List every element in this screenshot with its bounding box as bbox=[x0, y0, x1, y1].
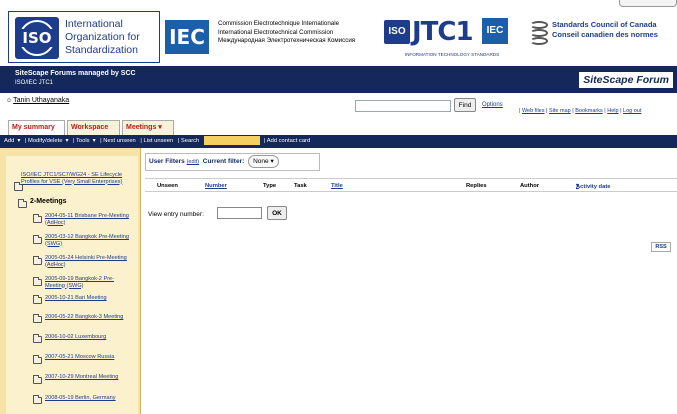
logo-banner: ISO International Organization for Stand… bbox=[0, 8, 677, 66]
ok-button[interactable]: OK bbox=[267, 206, 287, 220]
menu-next-unseen[interactable]: Next unseen bbox=[103, 138, 136, 144]
column-number[interactable]: Number bbox=[205, 180, 227, 192]
site-map-link[interactable]: Site map bbox=[549, 108, 571, 114]
iso-logo-box[interactable]: ISO International Organization for Stand… bbox=[8, 11, 160, 63]
current-filter-select[interactable]: None ▾ bbox=[248, 155, 279, 168]
folder-icon bbox=[33, 256, 42, 265]
view-entry-input[interactable] bbox=[217, 207, 262, 219]
sidebar-item-meeting[interactable]: 2007-05-21 Moscow Russia bbox=[45, 354, 133, 361]
jtc1-iec-icon: IEC bbox=[482, 18, 508, 44]
sidebar-item-meeting[interactable]: 2005-03-12 Bangkok Pre-Meeting (SWG) bbox=[45, 234, 133, 247]
iso-name: International Organization for Standardi… bbox=[65, 18, 140, 56]
forum-header-bar: SiteScape Forums managed by SCC ISO/IEC … bbox=[0, 66, 677, 93]
options-link[interactable]: Options bbox=[482, 102, 503, 108]
view-entry-label: View entry number: bbox=[148, 211, 204, 218]
sidebar-item-meeting[interactable]: 2005-09-19 Bangkok-2 Pre-Meeting (SWG) bbox=[45, 276, 133, 289]
scc-name-fr: Conseil canadien des normes bbox=[552, 30, 658, 39]
web-files-link[interactable]: Web files bbox=[522, 108, 545, 114]
scc-names: Standards Council of Canada Conseil cana… bbox=[552, 20, 677, 40]
find-button[interactable]: Find bbox=[454, 98, 476, 112]
user-icon: ☺ bbox=[6, 98, 13, 104]
window-corner-tab bbox=[619, 0, 677, 7]
sidebar-item-meeting[interactable]: 2008-05-19 Berlin, Germany bbox=[45, 395, 133, 402]
find-input[interactable] bbox=[355, 100, 451, 112]
menu-tools[interactable]: Tools ▾ bbox=[76, 138, 95, 144]
utility-links: | Web files | Site map | Bookmarks | Hel… bbox=[519, 108, 642, 114]
iec-name-ru: Международная Электротехническая Комисси… bbox=[218, 37, 356, 44]
menu-search[interactable]: Search bbox=[181, 138, 199, 144]
column-title[interactable]: Title bbox=[331, 180, 343, 192]
column-replies: Replies bbox=[466, 183, 487, 189]
folder-icon bbox=[33, 295, 42, 304]
user-filters-bar: User Filters (edit) Current filter: None… bbox=[145, 153, 320, 171]
iec-logo-icon[interactable]: IEC bbox=[165, 20, 209, 54]
sidebar-item-parent-forum[interactable]: ISO/IEC JTC1/SC7/WG24 - SE Lifecycle Pro… bbox=[21, 172, 139, 185]
sidebar-item-meeting[interactable]: 2006-05-22 Bangkok-3 Meeting bbox=[45, 314, 133, 321]
folder-icon bbox=[33, 235, 42, 244]
bookmarks-link[interactable]: Bookmarks bbox=[575, 108, 603, 114]
user-link[interactable]: ☺Tanin Uthayanaka bbox=[6, 97, 69, 104]
search-input[interactable] bbox=[203, 135, 260, 145]
log-out-link[interactable]: Log out bbox=[623, 108, 641, 114]
column-type: Type bbox=[263, 183, 277, 189]
sidebar-item-meeting[interactable]: 2007-10-29 Montreal Meeting bbox=[45, 374, 133, 381]
scc-name-en: Standards Council of Canada bbox=[552, 20, 657, 29]
chevron-down-icon: ▾ bbox=[158, 124, 162, 131]
menu-add[interactable]: Add ▾ bbox=[4, 138, 20, 144]
help-link[interactable]: Help bbox=[607, 108, 618, 114]
forum-subtitle: ISO/IEC JTC1 bbox=[15, 80, 54, 86]
jtc1-subtitle: INFORMATION TECHNOLOGY STANDARDS bbox=[404, 52, 500, 57]
folder-icon bbox=[33, 214, 42, 223]
sidebar-item-meeting[interactable]: 2005-10-21 Bari Meeting bbox=[45, 295, 133, 302]
iec-names: Commission Electrotechnique Internationa… bbox=[218, 20, 378, 46]
folder-open-icon bbox=[18, 199, 27, 208]
iec-name-fr: Commission Electrotechnique Internationa… bbox=[218, 20, 340, 27]
sidebar-item-meeting[interactable]: 2004-05-11 Brisbane Pre-Meeting (AdHoc) bbox=[45, 213, 133, 226]
jtc1-logo[interactable]: ISO JTC1 IEC INFORMATION TECHNOLOGY STAN… bbox=[384, 16, 520, 58]
sidebar-item-meeting[interactable]: 2005-05-24 Helsinki Pre-Meeting (AdHoc) bbox=[45, 255, 133, 268]
sidebar-item-meeting[interactable]: 2006-10-02 Luxembourg bbox=[45, 334, 133, 341]
folder-icon bbox=[33, 277, 42, 286]
menu-list-unseen[interactable]: List unseen bbox=[144, 138, 174, 144]
current-filter-value: None bbox=[253, 158, 269, 165]
tab-my-summary[interactable]: My summary bbox=[8, 120, 65, 135]
sitescape-forum-logo: SiteScape Forum bbox=[579, 72, 673, 88]
tab-meetings[interactable]: Meetings ▾ bbox=[122, 120, 174, 135]
rss-button[interactable]: RSS bbox=[651, 242, 671, 252]
action-menu-bar: Add ▾ | Modify/delete ▾ | Tools ▾ | Next un… bbox=[0, 135, 677, 148]
sidebar-heading-meetings[interactable]: 2-Meetings bbox=[30, 198, 67, 205]
entries-table-header: Unseen Number Type Task Title Replies Au… bbox=[145, 178, 677, 192]
chevron-down-icon: ▾ bbox=[270, 158, 274, 165]
jtc1-iso-icon: ISO bbox=[384, 20, 410, 44]
user-filters-label: User Filters bbox=[149, 158, 185, 165]
folder-icon bbox=[33, 314, 42, 323]
current-filter-label: Current filter: bbox=[202, 158, 245, 165]
folder-icon bbox=[33, 395, 42, 404]
jtc1-text: JTC1 bbox=[412, 17, 474, 47]
iec-name-en: International Electrotechnical Commissio… bbox=[218, 28, 334, 36]
tab-meetings-label: Meetings bbox=[126, 124, 157, 131]
column-activity-date[interactable]: Activity date ▾ bbox=[576, 180, 610, 192]
forum-title: SiteScape Forums managed by SCC bbox=[15, 70, 136, 77]
edit-filters-link[interactable]: (edit) bbox=[187, 159, 200, 165]
folder-icon bbox=[33, 355, 42, 364]
tab-workspace[interactable]: Workspace bbox=[67, 120, 120, 135]
window-top-strip bbox=[0, 0, 677, 8]
scc-logo-icon[interactable] bbox=[530, 19, 548, 53]
user-name: Tanin Uthayanaka bbox=[13, 97, 70, 104]
column-task: Task bbox=[294, 183, 307, 189]
column-unseen: Unseen bbox=[157, 183, 178, 189]
column-author: Author bbox=[520, 183, 539, 189]
menu-modify-delete[interactable]: Modify/delete ▾ bbox=[28, 138, 68, 144]
menu-add-contact-card[interactable]: Add contact card bbox=[267, 138, 311, 144]
folder-icon bbox=[33, 334, 42, 343]
iso-logo-text: ISO bbox=[15, 29, 59, 47]
iso-logo-icon: ISO bbox=[15, 17, 59, 59]
folder-icon bbox=[33, 375, 42, 384]
